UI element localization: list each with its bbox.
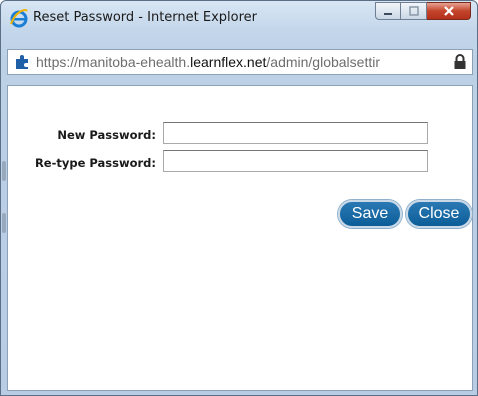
browser-window: Reset Password - Internet Explorer https… bbox=[0, 0, 478, 396]
address-bar[interactable]: https://manitoba-ehealth.learnflex.net/a… bbox=[7, 49, 473, 75]
puzzle-icon bbox=[16, 55, 28, 69]
retype-password-field[interactable] bbox=[163, 150, 428, 172]
title-bar[interactable]: Reset Password - Internet Explorer bbox=[1, 1, 477, 37]
resize-grip-bottom[interactable] bbox=[2, 213, 6, 233]
page-content: New Password: Re-type Password: Save Clo… bbox=[7, 85, 473, 391]
close-icon bbox=[443, 6, 454, 16]
new-password-field[interactable] bbox=[163, 122, 428, 144]
minimize-button[interactable] bbox=[375, 2, 401, 20]
close-window-button[interactable] bbox=[427, 2, 471, 20]
lock-icon[interactable] bbox=[453, 54, 467, 70]
ie-icon bbox=[10, 9, 28, 28]
url-path: /admin/globalsettir bbox=[266, 54, 381, 70]
save-button[interactable]: Save bbox=[338, 200, 402, 228]
url-subdomain: manitoba-ehealth. bbox=[78, 54, 191, 70]
resize-grip-top[interactable] bbox=[2, 161, 6, 181]
url-prefix: https:// bbox=[36, 54, 79, 70]
minimize-icon bbox=[384, 13, 392, 15]
address-url: https://manitoba-ehealth.learnflex.net/a… bbox=[36, 54, 448, 70]
window-controls bbox=[375, 2, 471, 22]
maximize-button[interactable] bbox=[401, 2, 427, 20]
new-password-label: New Password: bbox=[57, 128, 156, 142]
url-domain: learnflex.net bbox=[190, 54, 267, 70]
retype-password-label: Re-type Password: bbox=[34, 156, 156, 170]
maximize-icon bbox=[408, 6, 419, 16]
close-button[interactable]: Close bbox=[406, 200, 472, 228]
window-title: Reset Password - Internet Explorer bbox=[33, 10, 258, 25]
